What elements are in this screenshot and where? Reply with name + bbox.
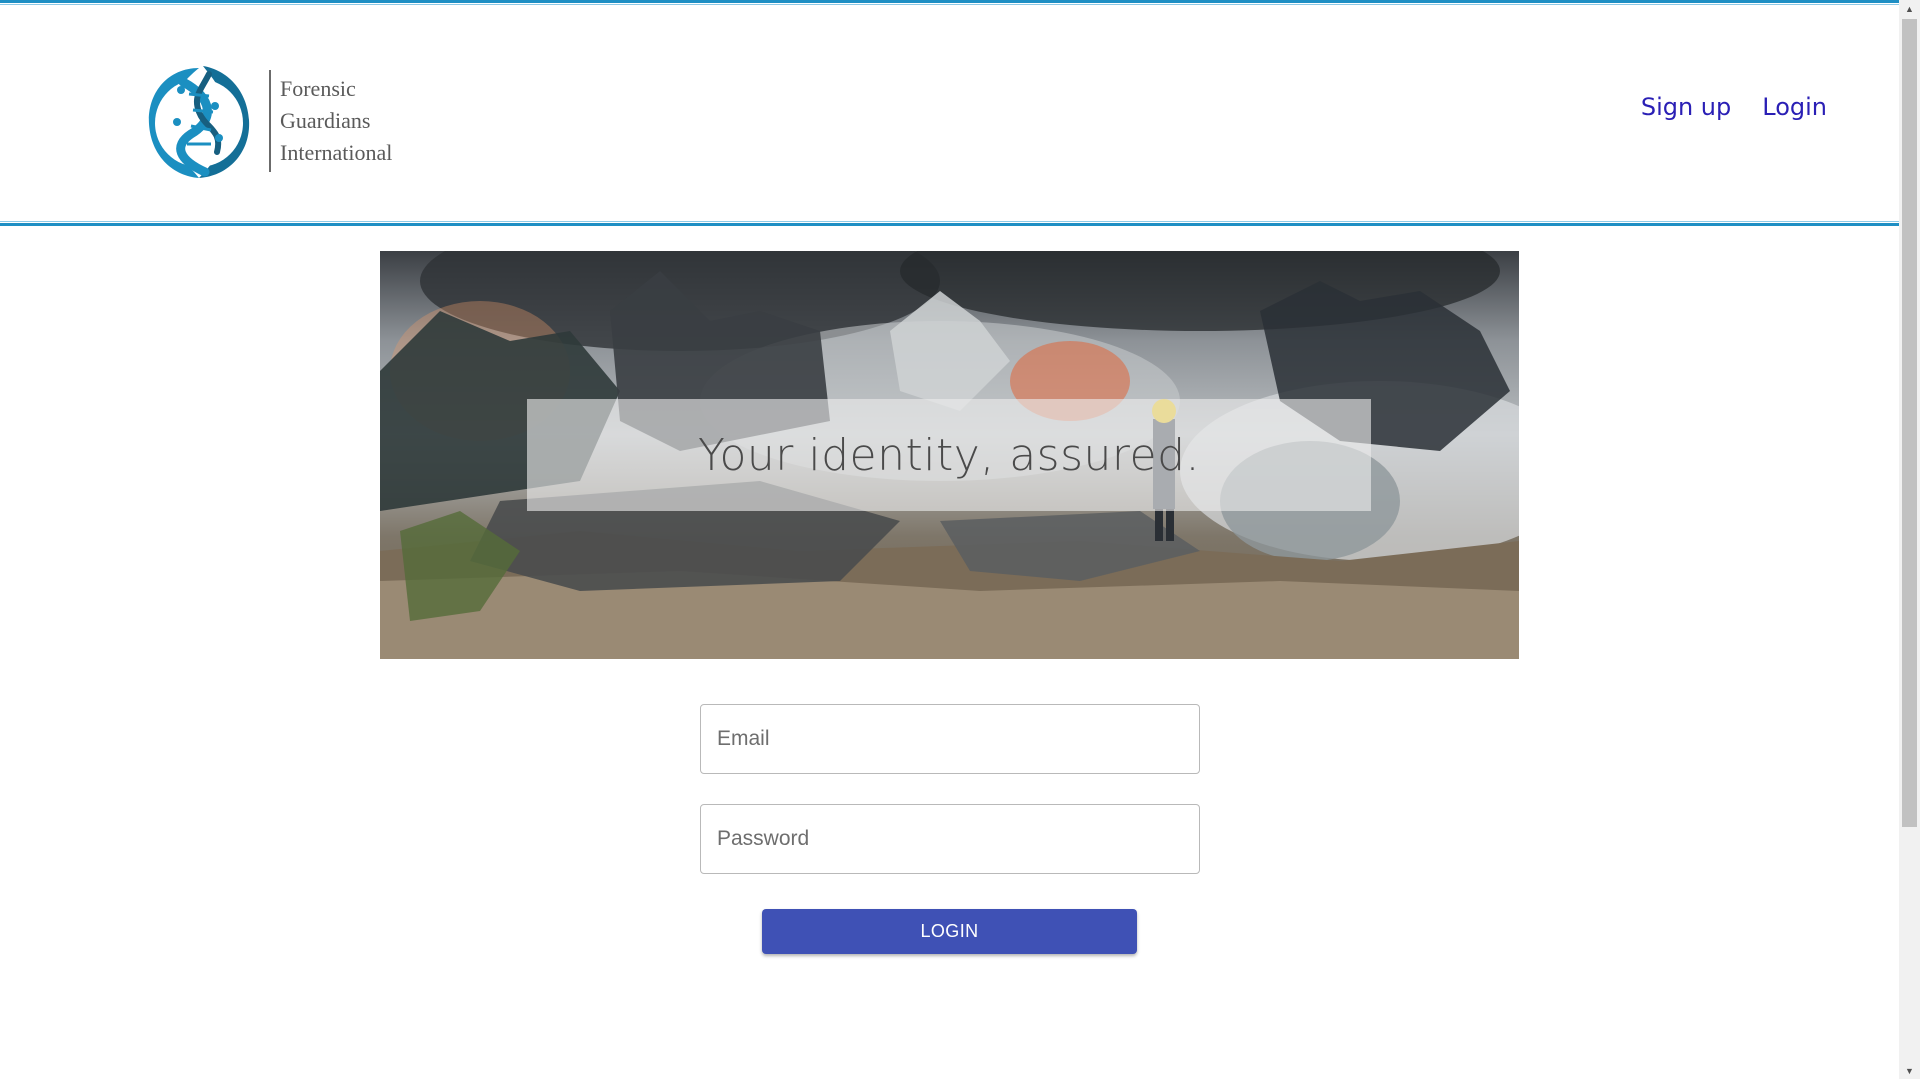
- header-nav: Sign up Login: [1641, 93, 1827, 121]
- tagline-overlay: Your identity, assured.: [527, 399, 1371, 511]
- brand-line-3: International: [280, 139, 393, 165]
- page: Forensic Guardians International Sign up…: [0, 0, 1920, 1079]
- login-button[interactable]: LOGIN: [762, 909, 1137, 954]
- brand-logo[interactable]: Forensic Guardians International: [143, 58, 403, 183]
- scroll-thumb[interactable]: [1902, 19, 1917, 827]
- scroll-up-icon[interactable]: ▲: [1899, 0, 1920, 17]
- brand-name: Forensic Guardians International: [280, 73, 392, 169]
- hero-tagline: Your identity, assured.: [697, 429, 1201, 481]
- login-link[interactable]: Login: [1762, 93, 1827, 121]
- hero-banner-image: Your identity, assured.: [380, 251, 1519, 659]
- dna-logo-icon: [148, 65, 250, 178]
- password-field: [700, 804, 1200, 874]
- site-header: Forensic Guardians International Sign up…: [0, 0, 1899, 226]
- email-field: [700, 704, 1200, 774]
- brand-line-2: Guardians: [280, 107, 371, 133]
- signup-link[interactable]: Sign up: [1641, 93, 1731, 121]
- logo-divider: [269, 69, 271, 172]
- email-input[interactable]: [701, 705, 1199, 773]
- vertical-scrollbar[interactable]: ▲ ▼: [1899, 0, 1920, 1079]
- password-input[interactable]: [701, 805, 1199, 873]
- scroll-down-icon[interactable]: ▼: [1899, 1062, 1920, 1079]
- brand-line-1: Forensic: [280, 75, 356, 101]
